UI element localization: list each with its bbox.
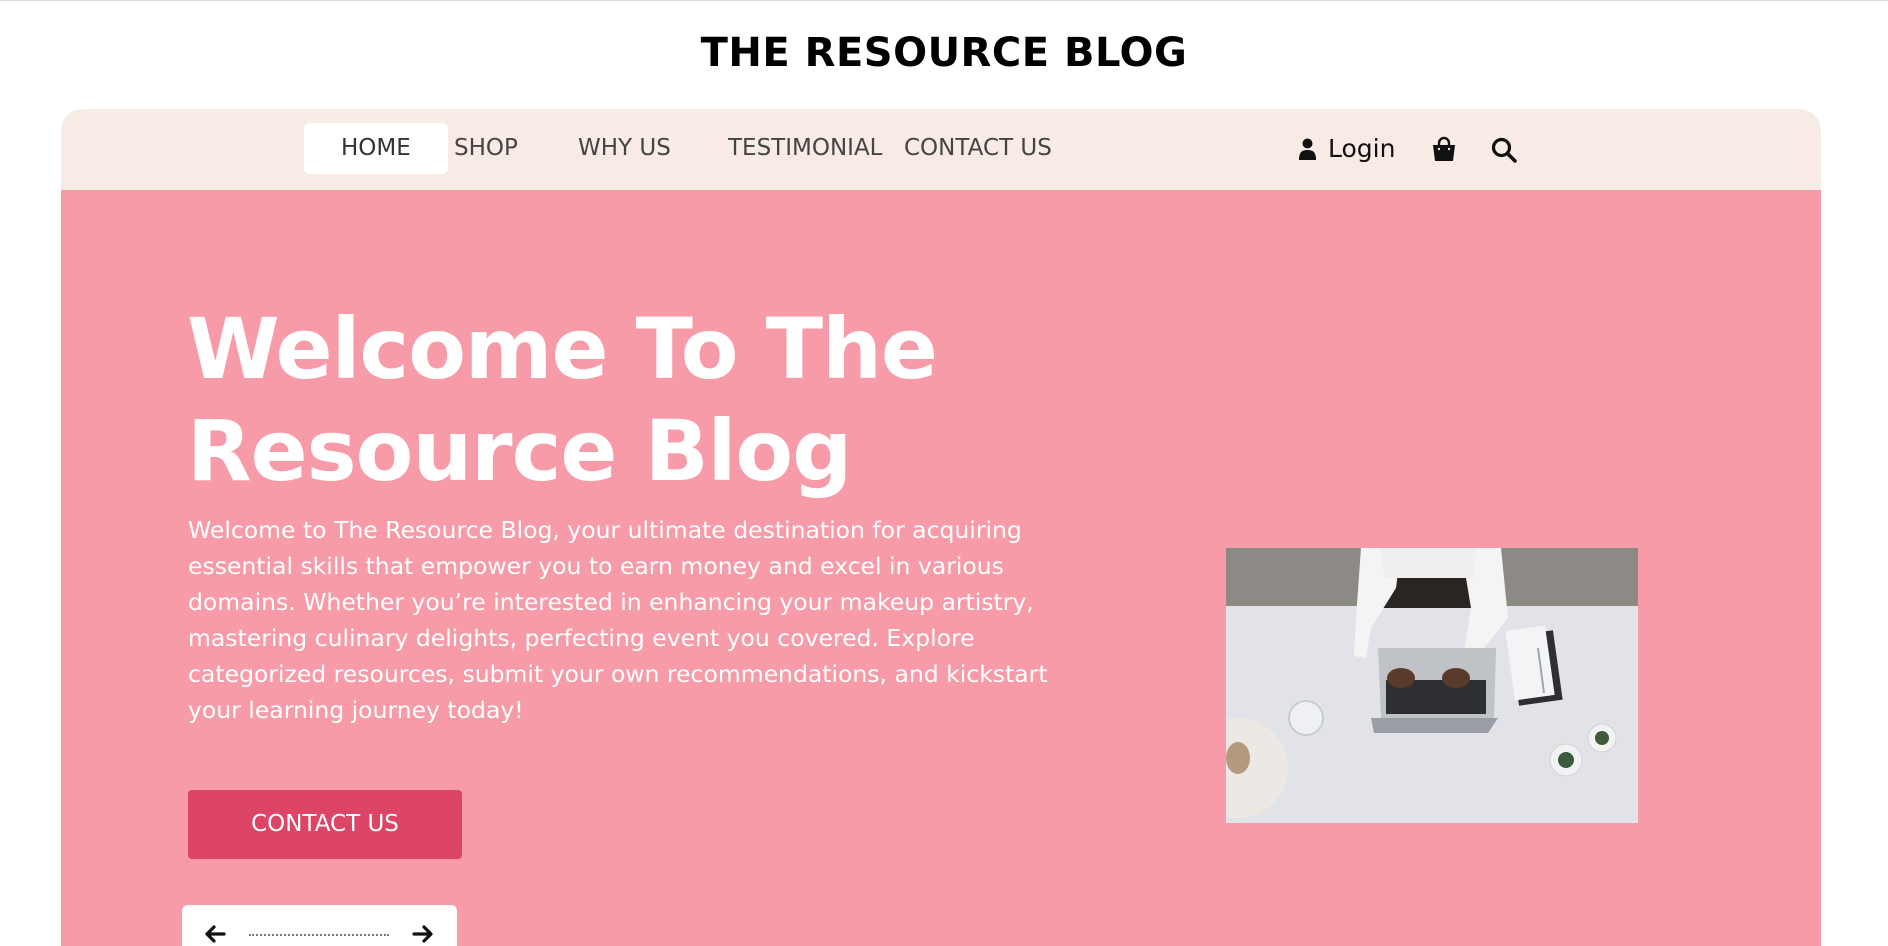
search-icon[interactable] <box>1490 136 1518 164</box>
user-icon <box>1299 138 1316 160</box>
site-title: THE RESOURCE BLOG <box>700 30 1188 76</box>
shopping-bag-icon[interactable] <box>1430 136 1458 164</box>
slider-track <box>249 934 389 936</box>
login-label: Login <box>1328 134 1396 163</box>
hero-title: Welcome To The Resource Blog <box>187 298 1087 502</box>
hero-title-line-1: Welcome To The <box>187 300 938 398</box>
contact-us-button[interactable]: CONTACT US <box>188 790 462 859</box>
slider-controls <box>182 905 457 946</box>
hero-description: Welcome to The Resource Blog, your ultim… <box>188 516 1048 724</box>
top-divider <box>0 0 1888 1</box>
page-frame: HOME SHOP WHY US TESTIMONIAL CONTACT US … <box>61 109 1821 946</box>
arrow-left-icon[interactable] <box>204 923 226 945</box>
hero-image <box>1226 548 1638 823</box>
login-link[interactable]: Login <box>1299 123 1395 174</box>
arrow-right-icon[interactable] <box>412 923 434 945</box>
nav-why-us[interactable]: WHY US <box>541 123 708 174</box>
main-navbar: HOME SHOP WHY US TESTIMONIAL CONTACT US … <box>61 109 1821 190</box>
hero-title-line-2: Resource Blog <box>187 402 852 500</box>
nav-contact-us[interactable]: CONTACT US <box>867 123 1089 174</box>
nav-shop[interactable]: SHOP <box>417 123 555 174</box>
hero-section: Welcome To The Resource Blog Welcome to … <box>61 190 1821 946</box>
